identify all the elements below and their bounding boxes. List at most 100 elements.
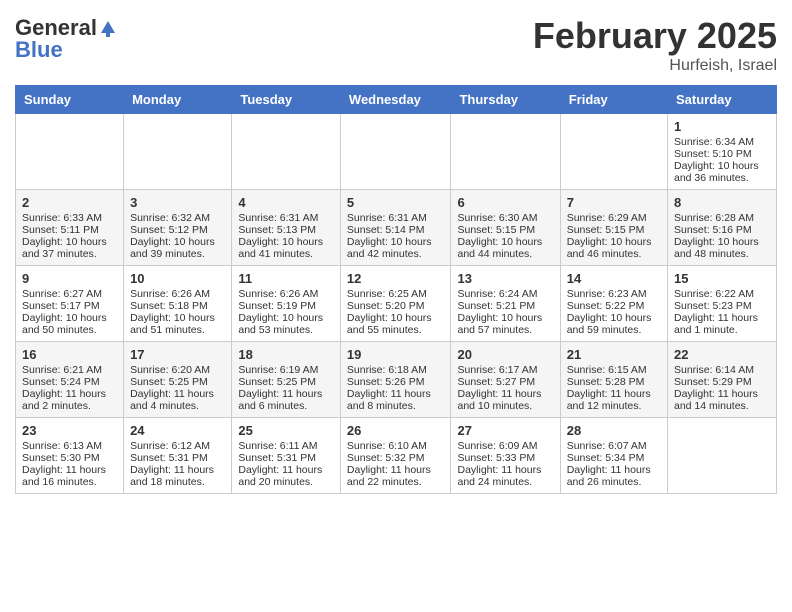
day-info: Sunset: 5:31 PM — [238, 452, 334, 464]
location: Hurfeish, Israel — [533, 57, 777, 75]
day-info: Sunset: 5:16 PM — [674, 224, 770, 236]
day-info: Daylight: 11 hours and 20 minutes. — [238, 464, 334, 488]
logo-icon — [99, 19, 117, 37]
day-info: Sunrise: 6:18 AM — [347, 364, 445, 376]
day-info: Daylight: 10 hours and 37 minutes. — [22, 236, 117, 260]
day-info: Sunset: 5:12 PM — [130, 224, 225, 236]
day-info: Sunrise: 6:31 AM — [238, 212, 334, 224]
calendar-cell: 8Sunrise: 6:28 AMSunset: 5:16 PMDaylight… — [668, 190, 777, 266]
day-info: Daylight: 10 hours and 46 minutes. — [567, 236, 661, 260]
day-info: Sunrise: 6:28 AM — [674, 212, 770, 224]
calendar-cell: 11Sunrise: 6:26 AMSunset: 5:19 PMDayligh… — [232, 266, 341, 342]
day-info: Sunrise: 6:31 AM — [347, 212, 445, 224]
calendar-cell: 14Sunrise: 6:23 AMSunset: 5:22 PMDayligh… — [560, 266, 667, 342]
calendar-cell: 5Sunrise: 6:31 AMSunset: 5:14 PMDaylight… — [340, 190, 451, 266]
day-header-wednesday: Wednesday — [340, 86, 451, 114]
calendar-cell — [16, 114, 124, 190]
calendar-cell: 3Sunrise: 6:32 AMSunset: 5:12 PMDaylight… — [124, 190, 232, 266]
day-info: Sunset: 5:13 PM — [238, 224, 334, 236]
day-number: 4 — [238, 195, 334, 210]
day-number: 11 — [238, 271, 334, 286]
day-info: Daylight: 11 hours and 16 minutes. — [22, 464, 117, 488]
day-number: 12 — [347, 271, 445, 286]
day-number: 15 — [674, 271, 770, 286]
calendar-cell: 12 Sunrise: 6:25 AMSunset: 5:20 PMDayligh… — [340, 266, 451, 342]
day-number: 2 — [22, 195, 117, 210]
day-info: Sunset: 5:26 PM — [347, 376, 445, 388]
day-info: Sunrise: 6:24 AM — [457, 288, 553, 300]
day-header-thursday: Thursday — [451, 86, 560, 114]
day-info: Sunrise: 6:33 AM — [22, 212, 117, 224]
day-info: Daylight: 11 hours and 2 minutes. — [22, 388, 117, 412]
calendar-cell: 15Sunrise: 6:22 AMSunset: 5:23 PMDayligh… — [668, 266, 777, 342]
logo: General Blue — [15, 15, 117, 63]
day-info: Sunset: 5:25 PM — [130, 376, 225, 388]
day-info: Daylight: 10 hours and 36 minutes. — [674, 160, 770, 184]
calendar-cell: 19Sunrise: 6:18 AMSunset: 5:26 PMDayligh… — [340, 342, 451, 418]
day-info: Daylight: 11 hours and 22 minutes. — [347, 464, 445, 488]
calendar-week-5: 23Sunrise: 6:13 AMSunset: 5:30 PMDayligh… — [16, 418, 777, 494]
day-number: 20 — [457, 347, 553, 362]
day-number: 16 — [22, 347, 117, 362]
day-number: 25 — [238, 423, 334, 438]
month-title: February 2025 — [533, 15, 777, 57]
day-number: 9 — [22, 271, 117, 286]
calendar-cell: 28Sunrise: 6:07 AMSunset: 5:34 PMDayligh… — [560, 418, 667, 494]
day-info: Daylight: 10 hours and 42 minutes. — [347, 236, 445, 260]
day-info: Sunset: 5:32 PM — [347, 452, 445, 464]
calendar-cell: 13Sunrise: 6:24 AMSunset: 5:21 PMDayligh… — [451, 266, 560, 342]
day-number: 21 — [567, 347, 661, 362]
day-info: Sunset: 5:34 PM — [567, 452, 661, 464]
day-info: Sunrise: 6:30 AM — [457, 212, 553, 224]
day-info: Daylight: 10 hours and 51 minutes. — [130, 312, 225, 336]
day-number: 27 — [457, 423, 553, 438]
calendar-cell — [232, 114, 341, 190]
day-info: Sunset: 5:20 PM — [347, 300, 445, 312]
day-info: Sunset: 5:25 PM — [238, 376, 334, 388]
day-info: Daylight: 11 hours and 18 minutes. — [130, 464, 225, 488]
calendar-cell: 27Sunrise: 6:09 AMSunset: 5:33 PMDayligh… — [451, 418, 560, 494]
day-info: Sunset: 5:30 PM — [22, 452, 117, 464]
calendar-cell: 20Sunrise: 6:17 AMSunset: 5:27 PMDayligh… — [451, 342, 560, 418]
day-number: 5 — [347, 195, 445, 210]
day-info: Sunset: 5:33 PM — [457, 452, 553, 464]
day-info: Daylight: 10 hours and 55 minutes. — [347, 312, 445, 336]
day-info: Daylight: 11 hours and 1 minute. — [674, 312, 770, 336]
calendar-cell: 17Sunrise: 6:20 AMSunset: 5:25 PMDayligh… — [124, 342, 232, 418]
day-info: Daylight: 10 hours and 41 minutes. — [238, 236, 334, 260]
day-info: Sunset: 5:11 PM — [22, 224, 117, 236]
title-section: February 2025 Hurfeish, Israel — [533, 15, 777, 75]
day-number: 23 — [22, 423, 117, 438]
day-header-sunday: Sunday — [16, 86, 124, 114]
day-info: Sunset: 5:15 PM — [457, 224, 553, 236]
calendar-cell: 25Sunrise: 6:11 AMSunset: 5:31 PMDayligh… — [232, 418, 341, 494]
day-info: Sunrise: 6:22 AM — [674, 288, 770, 300]
page: General Blue February 2025 Hurfeish, Isr… — [0, 0, 792, 509]
day-info: Daylight: 10 hours and 50 minutes. — [22, 312, 117, 336]
day-info: Sunrise: 6:13 AM — [22, 440, 117, 452]
day-info: Daylight: 11 hours and 26 minutes. — [567, 464, 661, 488]
day-info: Sunrise: 6:26 AM — [238, 288, 334, 300]
day-info: Daylight: 10 hours and 53 minutes. — [238, 312, 334, 336]
day-info: Sunrise: 6:25 AM — [347, 288, 445, 300]
day-header-friday: Friday — [560, 86, 667, 114]
header: General Blue February 2025 Hurfeish, Isr… — [15, 15, 777, 75]
logo-blue: Blue — [15, 37, 117, 63]
day-info: Sunset: 5:27 PM — [457, 376, 553, 388]
day-info: Daylight: 10 hours and 39 minutes. — [130, 236, 225, 260]
day-info: Daylight: 11 hours and 8 minutes. — [347, 388, 445, 412]
day-info: Sunrise: 6:10 AM — [347, 440, 445, 452]
day-number: 7 — [567, 195, 661, 210]
day-info: Daylight: 11 hours and 24 minutes. — [457, 464, 553, 488]
day-info: Sunset: 5:21 PM — [457, 300, 553, 312]
calendar-cell: 9Sunrise: 6:27 AMSunset: 5:17 PMDaylight… — [16, 266, 124, 342]
calendar-cell — [668, 418, 777, 494]
day-info: Sunrise: 6:26 AM — [130, 288, 225, 300]
calendar-cell: 16Sunrise: 6:21 AMSunset: 5:24 PMDayligh… — [16, 342, 124, 418]
day-info: Sunrise: 6:14 AM — [674, 364, 770, 376]
day-info: Daylight: 11 hours and 4 minutes. — [130, 388, 225, 412]
calendar-cell: 6Sunrise: 6:30 AMSunset: 5:15 PMDaylight… — [451, 190, 560, 266]
calendar-cell: 4 Sunrise: 6:31 AMSunset: 5:13 PMDaylight… — [232, 190, 341, 266]
day-number: 1 — [674, 119, 770, 134]
calendar-cell: 1Sunrise: 6:34 AMSunset: 5:10 PMDaylight… — [668, 114, 777, 190]
